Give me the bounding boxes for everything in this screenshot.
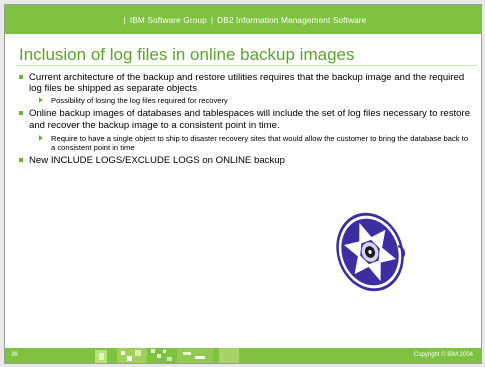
bullet-text: New INCLUDE LOGS/EXCLUDE LOGS on ONLINE …	[29, 154, 285, 166]
triangle-bullet-icon	[39, 97, 43, 104]
header-product: DB2 Information Management Software	[217, 14, 367, 25]
sub-bullet-text: Possibility of losing the log files requ…	[51, 96, 228, 106]
slide: | IBM Software Group | DB2 Information M…	[4, 4, 482, 364]
bullet-item: New INCLUDE LOGS/EXCLUDE LOGS on ONLINE …	[17, 155, 473, 166]
square-bullet-icon	[19, 157, 23, 162]
footer-pattern-icon	[95, 348, 239, 363]
square-bullet-icon	[19, 111, 23, 116]
page-number: 36	[11, 352, 18, 358]
square-bullet-icon	[19, 75, 23, 79]
slide-title: Inclusion of log files in online backup …	[19, 45, 355, 64]
bullet-text: Current architecture of the backup and r…	[29, 72, 465, 95]
header-separator: |	[123, 14, 126, 25]
sub-bullet-text: Require to have a single object to ship …	[51, 133, 469, 152]
copyright-text: Copyright © IBM 2004	[413, 352, 473, 358]
sub-bullet-item: Possibility of losing the log files requ…	[17, 96, 473, 105]
header-separator: |	[210, 14, 214, 25]
header-group: IBM Software Group	[129, 14, 207, 25]
tape-reel-icon	[336, 212, 406, 292]
sub-bullet-item: Require to have a single object to ship …	[17, 134, 473, 152]
footer-band: 36 Copyright © IBM 2004	[5, 348, 481, 363]
bullet-item: Current architecture of the backup and r…	[17, 72, 473, 94]
triangle-bullet-icon	[39, 134, 43, 141]
header: | IBM Software Group | DB2 Information M…	[5, 5, 481, 34]
bullet-text: Online backup images of databases and ta…	[29, 108, 471, 131]
bullet-list: Current architecture of the backup and r…	[17, 72, 473, 168]
bullet-item: Online backup images of databases and ta…	[17, 108, 473, 131]
title-divider	[17, 65, 477, 66]
